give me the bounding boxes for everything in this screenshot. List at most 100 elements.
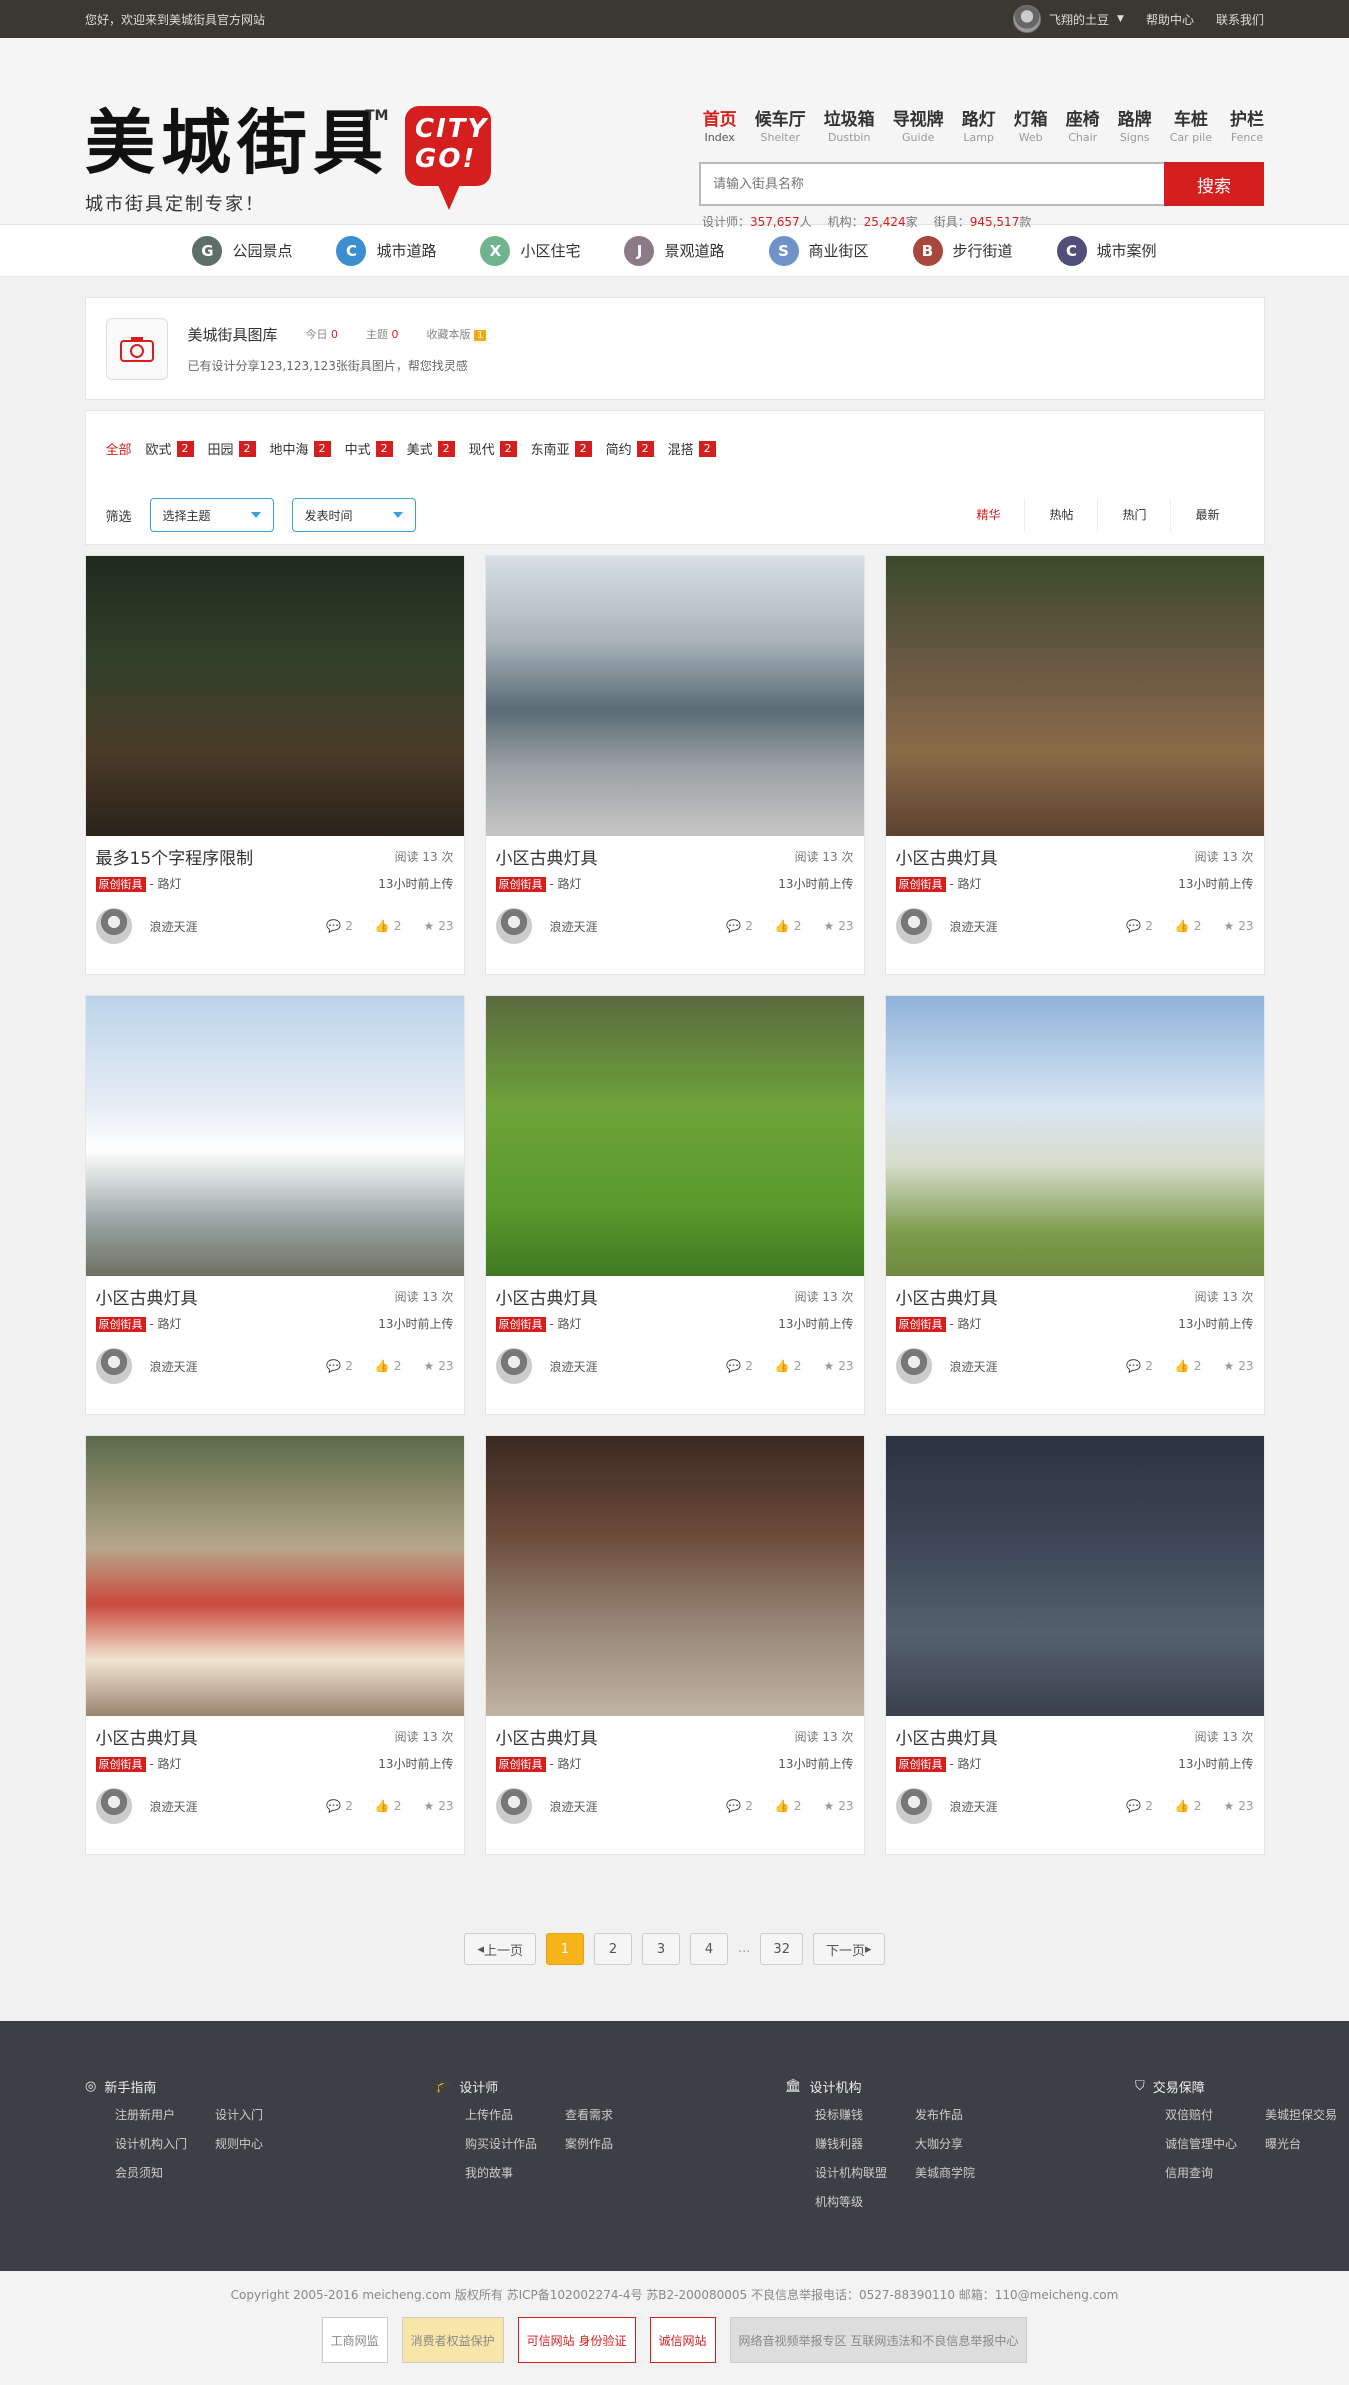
product-title[interactable]: 小区古典灯具 <box>96 1284 198 1309</box>
author-avatar[interactable] <box>95 1348 132 1384</box>
nav-item-web[interactable]: 灯箱 Web <box>1014 110 1048 146</box>
like-count[interactable]: 👍 2 <box>375 919 402 933</box>
product-title[interactable]: 小区古典灯具 <box>496 844 598 869</box>
footer-link[interactable]: 案例作品 <box>565 2135 665 2152</box>
trust-badge[interactable]: 可信网站 身份验证 <box>517 2317 636 2363</box>
footer-link[interactable]: 购买设计作品 <box>465 2135 565 2152</box>
style-filter-item[interactable]: 美式 2 <box>407 439 455 458</box>
product-image[interactable] <box>885 556 1264 836</box>
like-count[interactable]: 👍 2 <box>375 1799 402 1813</box>
style-filter-item[interactable]: 地中海 2 <box>270 439 331 458</box>
author-avatar[interactable] <box>895 1348 932 1384</box>
footer-link[interactable]: 我的故事 <box>465 2164 565 2181</box>
product-image[interactable] <box>85 556 464 836</box>
product-card[interactable]: 小区古典灯具 阅读 13 次原创街具 - 路灯 13小时前上传 浪迹天涯 💬 2 👍 2 ★ 23 <box>484 1435 865 1855</box>
prev-page-button[interactable]: ◂ 上一页 <box>464 1933 537 1965</box>
comment-count[interactable]: 💬 2 <box>1126 1359 1153 1373</box>
author-avatar[interactable] <box>495 1348 532 1384</box>
like-count[interactable]: 👍 2 <box>1175 1799 1202 1813</box>
page-button[interactable]: 2 <box>594 1933 633 1965</box>
comment-count[interactable]: 💬 2 <box>726 919 753 933</box>
product-card[interactable]: 小区古典灯具 阅读 13 次原创街具 - 路灯 13小时前上传 浪迹天涯 💬 2 👍 2 ★ 23 <box>884 995 1265 1415</box>
sort-tab[interactable]: 热帖 <box>1024 498 1097 532</box>
style-filter-item[interactable]: 混搭 2 <box>668 439 716 458</box>
author-name[interactable]: 浪迹天涯 <box>550 1798 598 1815</box>
product-title[interactable]: 小区古典灯具 <box>496 1724 598 1749</box>
like-count[interactable]: 👍 2 <box>775 919 802 933</box>
like-count[interactable]: 👍 2 <box>775 1359 802 1373</box>
footer-link[interactable]: 设计机构入门 <box>115 2135 215 2152</box>
trust-badge[interactable]: 消费者权益保护 <box>401 2317 504 2363</box>
author-name[interactable]: 浪迹天涯 <box>550 918 598 935</box>
nav-item-index[interactable]: 首页 Index <box>703 110 737 146</box>
product-image[interactable] <box>485 1436 864 1716</box>
footer-link[interactable]: 设计机构联盟 <box>815 2164 915 2181</box>
author-avatar[interactable] <box>95 908 132 944</box>
trust-badge[interactable]: 诚信网站 <box>649 2317 716 2363</box>
footer-link[interactable]: 发布作品 <box>915 2106 1015 2123</box>
comment-count[interactable]: 💬 2 <box>326 919 353 933</box>
category-nav-item[interactable]: G 公园景点 <box>192 235 292 266</box>
logo[interactable]: 美城街具 TM 城市街具定制专家！ <box>85 108 389 216</box>
trust-badge[interactable]: 工商网监 <box>321 2317 388 2363</box>
product-card[interactable]: 最多15个字程序限制 阅读 13 次原创街具 - 路灯 13小时前上传 浪迹天涯 💬 2 👍… <box>84 555 465 975</box>
trust-badge[interactable]: 网络音视频举报专区 互联网违法和不良信息举报中心 <box>729 2317 1028 2363</box>
author-avatar[interactable] <box>895 1788 932 1824</box>
star-count[interactable]: ★ 23 <box>1223 1799 1253 1813</box>
sort-tab[interactable]: 最新 <box>1170 498 1243 532</box>
nav-item-fence[interactable]: 护栏 Fence <box>1230 110 1264 146</box>
category-nav-item[interactable]: S 商业街区 <box>768 235 869 266</box>
comment-count[interactable]: 💬 2 <box>726 1799 753 1813</box>
style-filter-item[interactable]: 中式 2 <box>345 439 393 458</box>
search-button[interactable]: 搜索 <box>1164 162 1264 206</box>
product-title[interactable]: 最多15个字程序限制 <box>96 844 254 869</box>
page-button-last[interactable]: 32 <box>760 1933 803 1965</box>
product-image[interactable] <box>885 996 1264 1276</box>
product-title[interactable]: 小区古典灯具 <box>496 1284 598 1309</box>
footer-link[interactable]: 上传作品 <box>465 2106 565 2123</box>
author-avatar[interactable] <box>895 908 932 944</box>
product-image[interactable] <box>85 996 464 1276</box>
sort-tab[interactable]: 精华 <box>952 498 1024 532</box>
author-name[interactable]: 浪迹天涯 <box>950 918 998 935</box>
footer-link[interactable]: 查看需求 <box>565 2106 665 2123</box>
like-count[interactable]: 👍 2 <box>1175 1359 1202 1373</box>
footer-link[interactable]: 双倍赔付 <box>1165 2106 1265 2123</box>
product-image[interactable] <box>885 1436 1264 1716</box>
star-count[interactable]: ★ 23 <box>1223 1359 1253 1373</box>
product-card[interactable]: 小区古典灯具 阅读 13 次原创街具 - 路灯 13小时前上传 浪迹天涯 💬 2 👍 2 ★ 23 <box>884 555 1265 975</box>
product-card[interactable]: 小区古典灯具 阅读 13 次原创街具 - 路灯 13小时前上传 浪迹天涯 💬 2 👍 2 ★ 23 <box>484 995 865 1415</box>
star-count[interactable]: ★ 23 <box>823 1359 853 1373</box>
like-count[interactable]: 👍 2 <box>1175 919 1202 933</box>
sort-tab[interactable]: 热门 <box>1097 498 1170 532</box>
product-image[interactable] <box>485 996 864 1276</box>
author-avatar[interactable] <box>95 1788 132 1824</box>
footer-link[interactable]: 机构等级 <box>815 2193 915 2210</box>
like-count[interactable]: 👍 2 <box>775 1799 802 1813</box>
favorite-button[interactable]: 收藏本版 1 <box>427 326 487 342</box>
star-count[interactable]: ★ 23 <box>1223 919 1253 933</box>
comment-count[interactable]: 💬 2 <box>1126 919 1153 933</box>
star-count[interactable]: ★ 23 <box>823 1799 853 1813</box>
search-input[interactable] <box>699 162 1164 206</box>
author-name[interactable]: 浪迹天涯 <box>550 1358 598 1375</box>
footer-link[interactable]: 设计入门 <box>215 2106 315 2123</box>
product-card[interactable]: 小区古典灯具 阅读 13 次原创街具 - 路灯 13小时前上传 浪迹天涯 💬 2 👍 2 ★ 23 <box>484 555 865 975</box>
product-card[interactable]: 小区古典灯具 阅读 13 次原创街具 - 路灯 13小时前上传 浪迹天涯 💬 2 👍 2 ★ 23 <box>884 1435 1265 1855</box>
user-menu[interactable]: 飞翔的土豆 ▼ <box>1013 5 1124 33</box>
style-filter-item[interactable]: 东南亚 2 <box>531 439 592 458</box>
product-image[interactable] <box>85 1436 464 1716</box>
next-page-button[interactable]: 下一页 ▸ <box>812 1933 885 1965</box>
nav-item-car-pile[interactable]: 车桩 Car pile <box>1170 110 1212 146</box>
like-count[interactable]: 👍 2 <box>375 1359 402 1373</box>
nav-item-dustbin[interactable]: 垃圾箱 Dustbin <box>824 110 875 146</box>
star-count[interactable]: ★ 23 <box>423 919 453 933</box>
author-name[interactable]: 浪迹天涯 <box>150 918 198 935</box>
nav-item-chair[interactable]: 座椅 Chair <box>1066 110 1100 146</box>
style-filter-item[interactable]: 简约 2 <box>606 439 654 458</box>
category-nav-item[interactable]: J 景观道路 <box>624 235 725 266</box>
footer-link[interactable]: 规则中心 <box>215 2135 315 2152</box>
author-avatar[interactable] <box>495 908 532 944</box>
category-nav-item[interactable]: C 城市案例 <box>1056 235 1157 266</box>
footer-link[interactable]: 曝光台 <box>1265 2135 1349 2152</box>
